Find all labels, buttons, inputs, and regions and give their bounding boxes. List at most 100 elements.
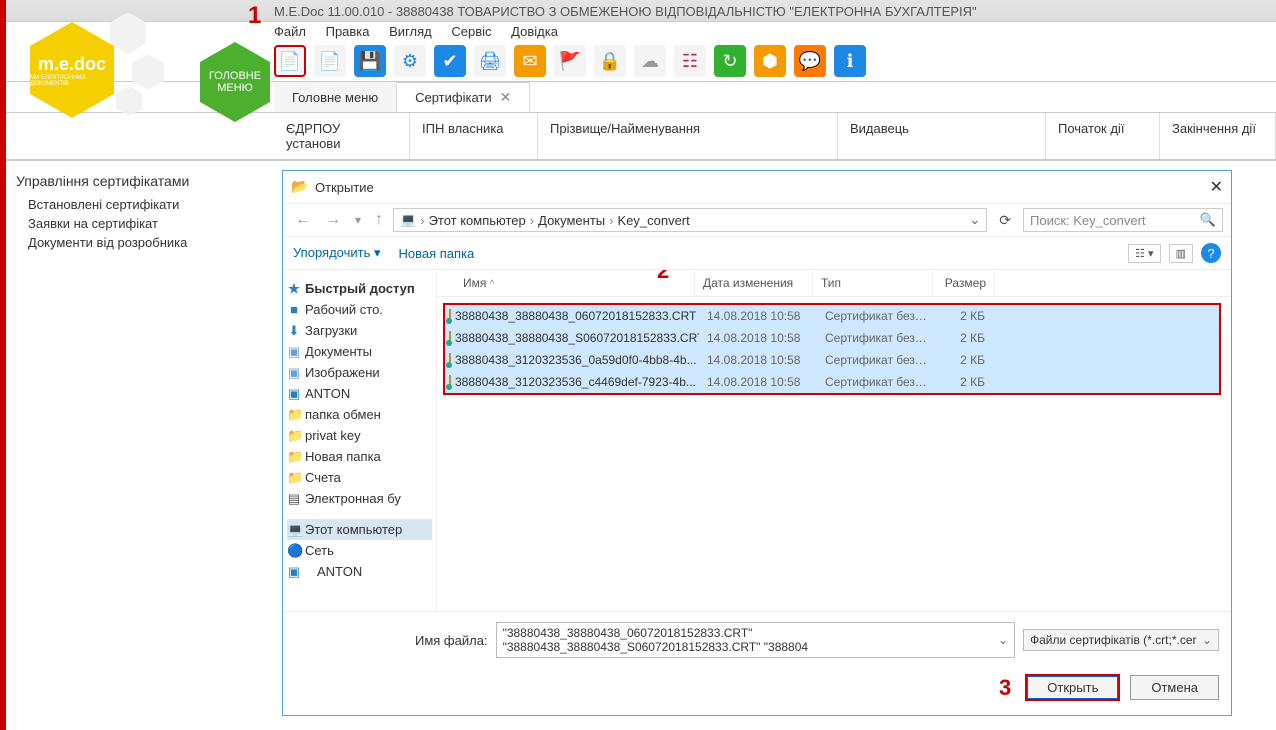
file-header-row: 2 Имя ^ Дата изменения Тип Размер: [437, 270, 1231, 297]
menu-bar: Файл Правка Вигляд Сервіс Довідка: [0, 22, 1276, 41]
menu-service[interactable]: Сервіс: [451, 24, 491, 39]
organize-button[interactable]: Упорядочить ▾: [293, 245, 381, 261]
dialog-footer: Имя файла: "38880438_38880438_0607201815…: [283, 611, 1231, 715]
filename-input[interactable]: "38880438_38880438_06072018152833.CRT" "…: [496, 622, 1015, 658]
col-filetype[interactable]: Тип: [813, 270, 933, 296]
toolbar: 📄 📄 💾 ⚙ ✔ 🖨 ✉ 🚩 🔒 ☁ ☷ ↻ ⬢ 💬 ℹ: [0, 41, 1276, 81]
new-doc-icon[interactable]: 📄: [274, 45, 306, 77]
menu-view[interactable]: Вигляд: [389, 24, 432, 39]
flag-icon[interactable]: 🚩: [554, 45, 586, 77]
info-icon[interactable]: ℹ: [834, 45, 866, 77]
tree-item[interactable]: 📁папка обмен: [287, 404, 432, 425]
col-start[interactable]: Початок дії: [1046, 113, 1160, 159]
tree-item[interactable]: 📁Новая папка: [287, 446, 432, 467]
save-icon[interactable]: 💾: [354, 45, 386, 77]
computer-icon: 💻: [400, 212, 416, 228]
nav-fwd-icon[interactable]: →: [321, 209, 345, 231]
marker-1: 1: [248, 2, 261, 30]
tab-main-menu[interactable]: Головне меню: [274, 82, 397, 112]
list-icon[interactable]: ☷: [674, 45, 706, 77]
certificate-icon: [449, 375, 451, 389]
dialog-body: ★Быстрый доступ■Рабочий сто.⬇Загрузки▣До…: [283, 270, 1231, 611]
tree-item[interactable]: ▣Документы: [287, 341, 432, 362]
col-filedate[interactable]: Дата изменения: [695, 270, 813, 296]
grid-header: ЄДРПОУ установи ІПН власника Прізвище/На…: [0, 112, 1276, 160]
tree-item[interactable]: 📁Счета: [287, 467, 432, 488]
search-input[interactable]: Поиск: Key_convert 🔍: [1023, 208, 1223, 232]
tree-item[interactable]: 🔵Сеть: [287, 540, 432, 561]
file-row[interactable]: 38880438_38880438_06072018152833.CRT14.0…: [445, 305, 1219, 327]
col-filesize[interactable]: Размер: [933, 270, 995, 296]
dialog-titlebar: 📂 Открытие ✕: [283, 171, 1231, 203]
tree-item[interactable]: ■Рабочий сто.: [287, 299, 432, 320]
files-selection: 38880438_38880438_06072018152833.CRT14.0…: [443, 303, 1221, 395]
doc-icon[interactable]: 📄: [314, 45, 346, 77]
warn-icon[interactable]: ⬢: [754, 45, 786, 77]
col-issuer[interactable]: Видавець: [838, 113, 1046, 159]
tree-item[interactable]: ▣ANTON: [287, 561, 432, 582]
cloud-icon[interactable]: ☁: [634, 45, 666, 77]
marker-3: 3: [999, 675, 1011, 701]
close-icon[interactable]: ✕: [1210, 177, 1223, 197]
file-row[interactable]: 38880438_3120323536_c4469def-7923-4b...1…: [445, 371, 1219, 393]
doc-tabs: Головне меню Сертифікати ✕: [0, 81, 1276, 112]
tree-item[interactable]: ▤Электронная бу: [287, 488, 432, 509]
refresh-icon[interactable]: ↻: [714, 45, 746, 77]
sidebar: Управління сертифікатами Встановлені сер…: [0, 161, 268, 730]
dialog-title: Открытие: [315, 180, 374, 195]
tree-item[interactable]: 💻Этот компьютер: [287, 519, 432, 540]
col-edrpou[interactable]: ЄДРПОУ установи: [274, 113, 410, 159]
mail-icon[interactable]: ✉: [514, 45, 546, 77]
lock-icon[interactable]: 🔒: [594, 45, 626, 77]
tree-item[interactable]: ⬇Загрузки: [287, 320, 432, 341]
nav-back-icon[interactable]: ←: [291, 209, 315, 231]
folder-open-icon: 📂: [291, 178, 309, 196]
check-icon[interactable]: ✔: [434, 45, 466, 77]
menu-help[interactable]: Довідка: [511, 24, 558, 39]
close-icon[interactable]: ✕: [500, 89, 512, 106]
tree-item[interactable]: ▣ANTON: [287, 383, 432, 404]
refresh-icon[interactable]: ⟳: [993, 210, 1017, 231]
col-name[interactable]: Прізвище/Найменування: [538, 113, 838, 159]
sidebar-item-requests[interactable]: Заявки на сертифікат: [16, 214, 268, 233]
address-bar[interactable]: 💻 › Этот компьютер › Документы › Key_con…: [393, 208, 987, 232]
sidebar-item-developer-docs[interactable]: Документи від розробника: [16, 233, 268, 252]
nav-up-icon[interactable]: ↑: [371, 209, 387, 231]
preview-pane-button[interactable]: ▥: [1169, 244, 1193, 263]
chevron-down-icon[interactable]: ⌄: [969, 212, 980, 228]
sidebar-item-installed[interactable]: Встановлені сертифікати: [16, 195, 268, 214]
sidebar-heading: Управління сертифікатами: [16, 169, 268, 195]
filetype-filter[interactable]: Файли сертифікатів (*.crt;*.cer ⌄: [1023, 629, 1219, 651]
tree-item[interactable]: ▣Изображени: [287, 362, 432, 383]
view-mode-button[interactable]: ☷ ▾: [1128, 244, 1160, 263]
file-open-dialog: 📂 Открытие ✕ ← → ▾ ↑ 💻 › Этот компьютер …: [282, 170, 1232, 716]
tree-item[interactable]: 📁privat key: [287, 425, 432, 446]
certificate-icon: [449, 331, 451, 345]
logo-text: m.e.doc: [38, 54, 106, 75]
tree-item[interactable]: ★Быстрый доступ: [287, 278, 432, 299]
search-placeholder: Поиск: Key_convert: [1030, 213, 1146, 228]
cancel-button[interactable]: Отмена: [1130, 675, 1219, 700]
chat-icon[interactable]: 💬: [794, 45, 826, 77]
gear-icon[interactable]: ⚙: [394, 45, 426, 77]
tab-certificates[interactable]: Сертифікати ✕: [397, 82, 530, 112]
col-end[interactable]: Закінчення дії: [1160, 113, 1276, 159]
col-ipn[interactable]: ІПН власника: [410, 113, 538, 159]
nav-history-icon[interactable]: ▾: [351, 211, 365, 229]
dialog-nav: ← → ▾ ↑ 💻 › Этот компьютер › Документы ›…: [283, 203, 1231, 237]
menu-edit[interactable]: Правка: [326, 24, 370, 39]
marker-2: 2: [657, 270, 669, 284]
logo-tagline: МИ ЕЛЕКТРОННИХ ДОКУМЕНТІВ: [30, 75, 114, 87]
file-row[interactable]: 38880438_3120323536_0a59d0f0-4bb8-4b...1…: [445, 349, 1219, 371]
new-folder-button[interactable]: Новая папка: [399, 246, 475, 261]
open-button[interactable]: Открыть: [1025, 674, 1120, 701]
file-row[interactable]: 38880438_38880438_S06072018152833.CRT14.…: [445, 327, 1219, 349]
certificate-icon: [449, 309, 451, 323]
help-icon[interactable]: ?: [1201, 243, 1221, 263]
logo-area: m.e.doc МИ ЕЛЕКТРОННИХ ДОКУМЕНТІВ ГОЛОВН…: [12, 12, 172, 102]
chevron-down-icon[interactable]: ⌄: [998, 633, 1008, 647]
certificate-icon: [449, 353, 451, 367]
menu-file[interactable]: Файл: [274, 24, 306, 39]
print-icon[interactable]: 🖨: [474, 45, 506, 77]
main-menu-label: ГОЛОВНЕ МЕНЮ: [200, 70, 270, 94]
